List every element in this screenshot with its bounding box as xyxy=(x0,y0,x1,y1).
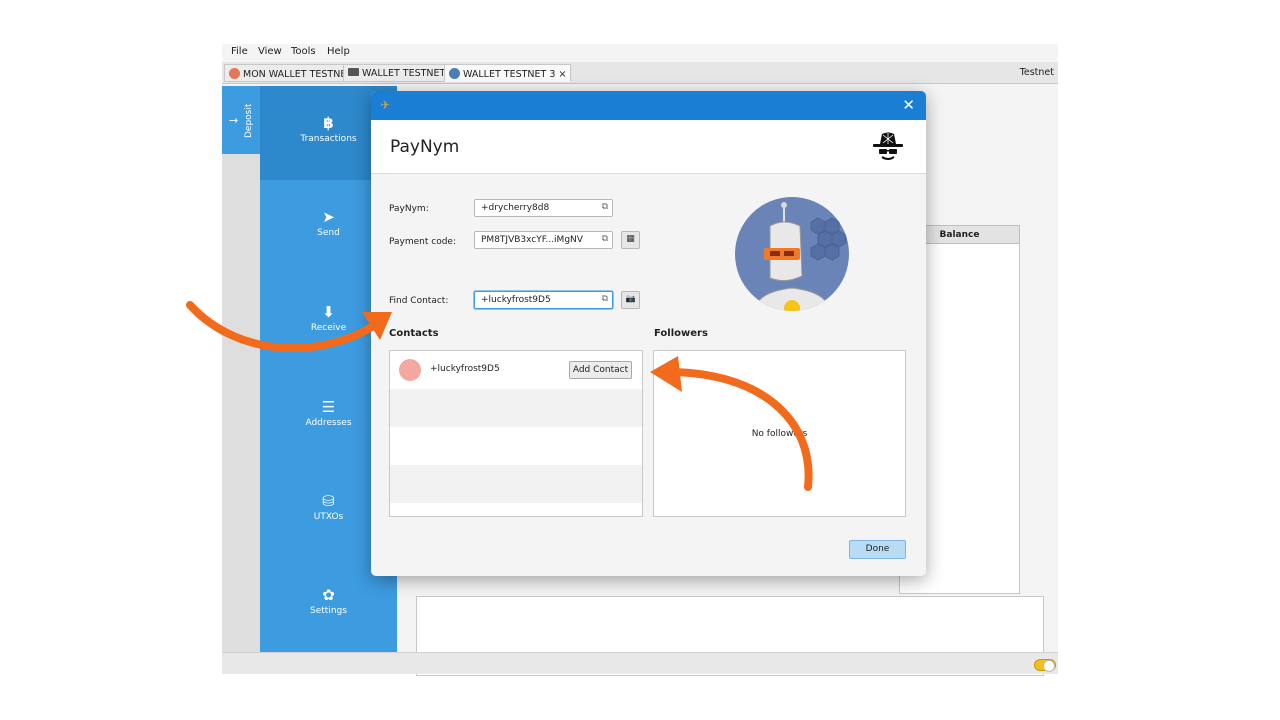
arrow-right-icon: → xyxy=(229,114,239,127)
find-contact-label: Find Contact: xyxy=(389,296,449,306)
nav-label: Settings xyxy=(310,606,347,616)
paynym-avatar-icon xyxy=(449,68,460,79)
list-item xyxy=(390,427,642,465)
no-followers-placeholder: No followers xyxy=(751,429,808,439)
paynym-value: +drycherry8d8 xyxy=(481,203,550,213)
sparrow-app-icon: ✈ xyxy=(380,98,391,112)
account-strip: → Deposit xyxy=(222,86,260,652)
tab-mon-wallet-testnet[interactable]: MON WALLET TESTNET xyxy=(224,64,358,82)
contacts-title: Contacts xyxy=(389,328,439,339)
list-item xyxy=(390,465,642,503)
nav-label: Send xyxy=(317,228,340,238)
tab-label: MON WALLET TESTNET xyxy=(243,69,353,80)
close-icon[interactable]: ✕ xyxy=(902,96,915,114)
gear-icon: ✿ xyxy=(322,586,335,604)
paynym-label: PayNym: xyxy=(389,204,429,214)
nav-label: Receive xyxy=(310,323,347,333)
tab-label: WALLET TESTNET 2 xyxy=(362,68,455,79)
paynym-robot-avatar xyxy=(735,197,849,311)
copy-icon[interactable]: ⧉ xyxy=(602,234,608,244)
menu-help[interactable]: Help xyxy=(327,46,350,57)
tab-wallet-testnet-3[interactable]: WALLET TESTNET 3 × xyxy=(444,64,572,82)
copy-icon[interactable]: ⧉ xyxy=(602,202,608,212)
payment-code-label: Payment code: xyxy=(389,237,456,247)
followers-title: Followers xyxy=(654,328,708,339)
contact-name: +luckyfrost9D5 xyxy=(430,364,500,374)
nav-label: Addresses xyxy=(305,418,352,428)
dialog-header: PayNym xyxy=(371,120,926,174)
find-contact-input[interactable]: +luckyfrost9D5 ⧉ xyxy=(474,291,613,309)
qr-code-icon: ▦ xyxy=(626,234,635,244)
payment-code-field[interactable]: PM8TJVB3xcYF...iMgNV ⧉ xyxy=(474,231,613,249)
find-contact-value: +luckyfrost9D5 xyxy=(481,295,551,305)
tab-label: WALLET TESTNET 3 xyxy=(463,69,556,80)
contacts-list[interactable]: +luckyfrost9D5 Add Contact xyxy=(389,350,643,517)
wallet-icon xyxy=(348,68,359,76)
tab-wallet-testnet-2[interactable]: WALLET TESTNET 2 xyxy=(343,64,460,82)
camera-icon: 📷 xyxy=(625,294,636,303)
status-bar xyxy=(222,652,1058,674)
list-item[interactable]: +luckyfrost9D5 Add Contact xyxy=(390,351,642,389)
add-contact-button[interactable]: Add Contact xyxy=(569,361,632,379)
paynym-dialog: ✈ ✕ PayNym PayNym: +drycherry8d8 ⧉ Payme… xyxy=(371,91,926,576)
list-item xyxy=(390,389,642,427)
network-label: Testnet xyxy=(1019,67,1054,78)
dialog-title: PayNym xyxy=(390,137,460,157)
menu-tools[interactable]: Tools xyxy=(291,46,316,57)
menu-bar: File View Tools Help xyxy=(222,44,1058,60)
paynym-spy-icon xyxy=(873,132,903,160)
connection-toggle[interactable] xyxy=(1034,659,1056,672)
paynym-avatar-icon xyxy=(229,68,240,79)
nav-label: UTXOs xyxy=(313,512,344,522)
done-button[interactable]: Done xyxy=(849,540,906,559)
followers-list[interactable]: No followers xyxy=(653,350,906,517)
payment-code-value: PM8TJVB3xcYF...iMgNV xyxy=(481,235,583,245)
menu-file[interactable]: File xyxy=(231,46,248,57)
dialog-titlebar: ✈ ✕ xyxy=(371,91,926,120)
scan-qr-button[interactable]: 📷 xyxy=(621,291,640,309)
deposit-account-tab[interactable]: → Deposit xyxy=(222,86,260,154)
qr-code-button[interactable]: ▦ xyxy=(621,231,640,249)
wallet-tab-bar: MON WALLET TESTNET WALLET TESTNET 2 WALL… xyxy=(222,62,1058,84)
menu-view[interactable]: View xyxy=(258,46,282,57)
contact-avatar xyxy=(399,359,421,381)
paynym-field[interactable]: +drycherry8d8 ⧉ xyxy=(474,199,613,217)
copy-icon[interactable]: ⧉ xyxy=(602,294,608,304)
tab-close-icon[interactable]: × xyxy=(558,69,566,80)
nav-label: Transactions xyxy=(300,134,357,144)
deposit-label: Deposit xyxy=(244,103,254,138)
